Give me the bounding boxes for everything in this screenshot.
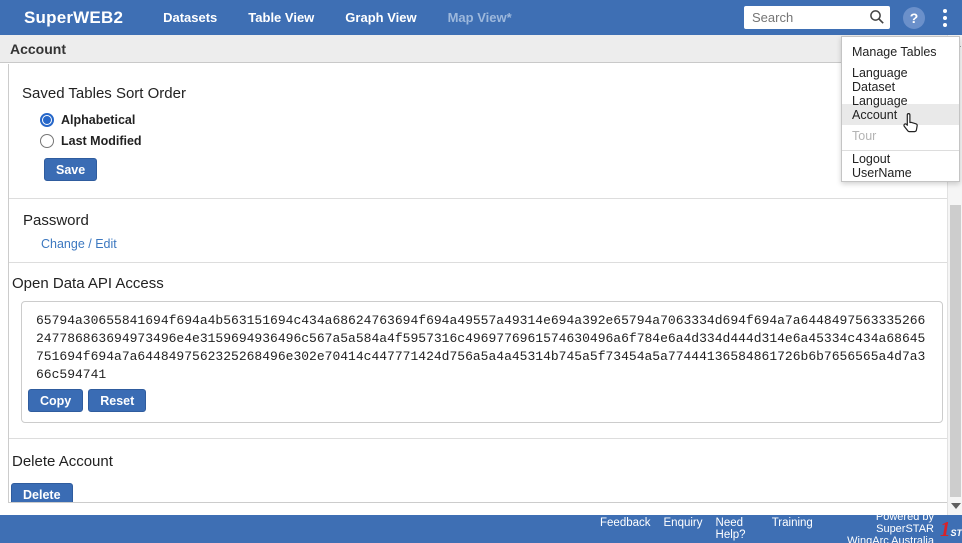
search-box: [744, 6, 890, 29]
footer: Feedback Enquiry Need Help? Training Pow…: [0, 515, 962, 543]
divider: [9, 198, 947, 199]
menu-item-tour: Tour: [842, 125, 959, 146]
top-navbar: SuperWEB2 Datasets Table View Graph View…: [0, 0, 962, 35]
superweb2-app: SuperWEB2 Datasets Table View Graph View…: [0, 0, 962, 543]
password-heading: Password: [23, 212, 947, 230]
reset-button[interactable]: Reset: [88, 389, 146, 412]
api-token-box: 65794a30655841694f694a4b563151694c434a68…: [21, 301, 943, 423]
powered-by-text: Powered by SuperSTAR WingArc Australia: [827, 511, 934, 543]
change-password-link[interactable]: Change / Edit: [41, 237, 117, 251]
token-actions: Copy Reset: [28, 389, 928, 412]
navbar-right-controls: ?: [744, 6, 962, 29]
divider: [9, 438, 947, 439]
api-token-value: 65794a30655841694f694a4b563151694c434a68…: [36, 312, 928, 384]
account-content: Saved Tables Sort Order Alphabetical Las…: [8, 64, 947, 503]
menu-item-logout[interactable]: Logout UserName: [842, 155, 959, 176]
radio-last-modified-icon[interactable]: [40, 134, 54, 148]
content-bottom-strip: [0, 503, 962, 515]
radio-last-modified-label[interactable]: Last Modified: [61, 134, 142, 148]
footer-link-feedback[interactable]: Feedback: [600, 517, 651, 541]
divider: [9, 262, 947, 263]
copy-button[interactable]: Copy: [28, 389, 83, 412]
app-logo: SuperWEB2: [24, 8, 123, 28]
scrollbar-thumb[interactable]: [950, 205, 961, 497]
radio-alphabetical-icon[interactable]: [40, 113, 54, 127]
footer-link-need-help[interactable]: Need Help?: [716, 517, 759, 541]
radio-last-modified[interactable]: Last Modified: [40, 131, 947, 150]
main-nav: Datasets Table View Graph View Map View*: [163, 10, 512, 25]
nav-item-datasets[interactable]: Datasets: [163, 10, 217, 25]
nav-item-table-view[interactable]: Table View: [248, 10, 314, 25]
delete-button[interactable]: Delete: [11, 483, 73, 503]
sort-order-heading: Saved Tables Sort Order: [22, 85, 947, 103]
overflow-menu-icon[interactable]: [938, 7, 952, 29]
footer-links: Feedback Enquiry Need Help? Training: [600, 517, 813, 541]
search-icon[interactable]: [869, 9, 885, 30]
scroll-down-arrow-icon[interactable]: [951, 503, 961, 509]
save-button[interactable]: Save: [44, 158, 97, 181]
page-title: Account: [0, 35, 962, 63]
nav-item-graph-view[interactable]: Graph View: [345, 10, 416, 25]
radio-alphabetical-label[interactable]: Alphabetical: [61, 113, 135, 127]
menu-item-dataset-language[interactable]: Dataset Language: [842, 83, 959, 104]
nav-item-map-view[interactable]: Map View*: [448, 10, 512, 25]
radio-alphabetical[interactable]: Alphabetical: [40, 110, 947, 129]
footer-link-enquiry[interactable]: Enquiry: [664, 517, 703, 541]
help-icon[interactable]: ?: [903, 7, 925, 29]
wingarc-1st-logo: 1 ST: [940, 520, 962, 539]
api-access-heading: Open Data API Access: [12, 275, 947, 293]
footer-link-training[interactable]: Training: [772, 517, 813, 541]
menu-item-manage-tables[interactable]: Manage Tables: [842, 41, 959, 62]
overflow-dropdown-menu: Manage Tables Language Dataset Language …: [841, 36, 960, 182]
delete-account-heading: Delete Account: [12, 453, 947, 471]
